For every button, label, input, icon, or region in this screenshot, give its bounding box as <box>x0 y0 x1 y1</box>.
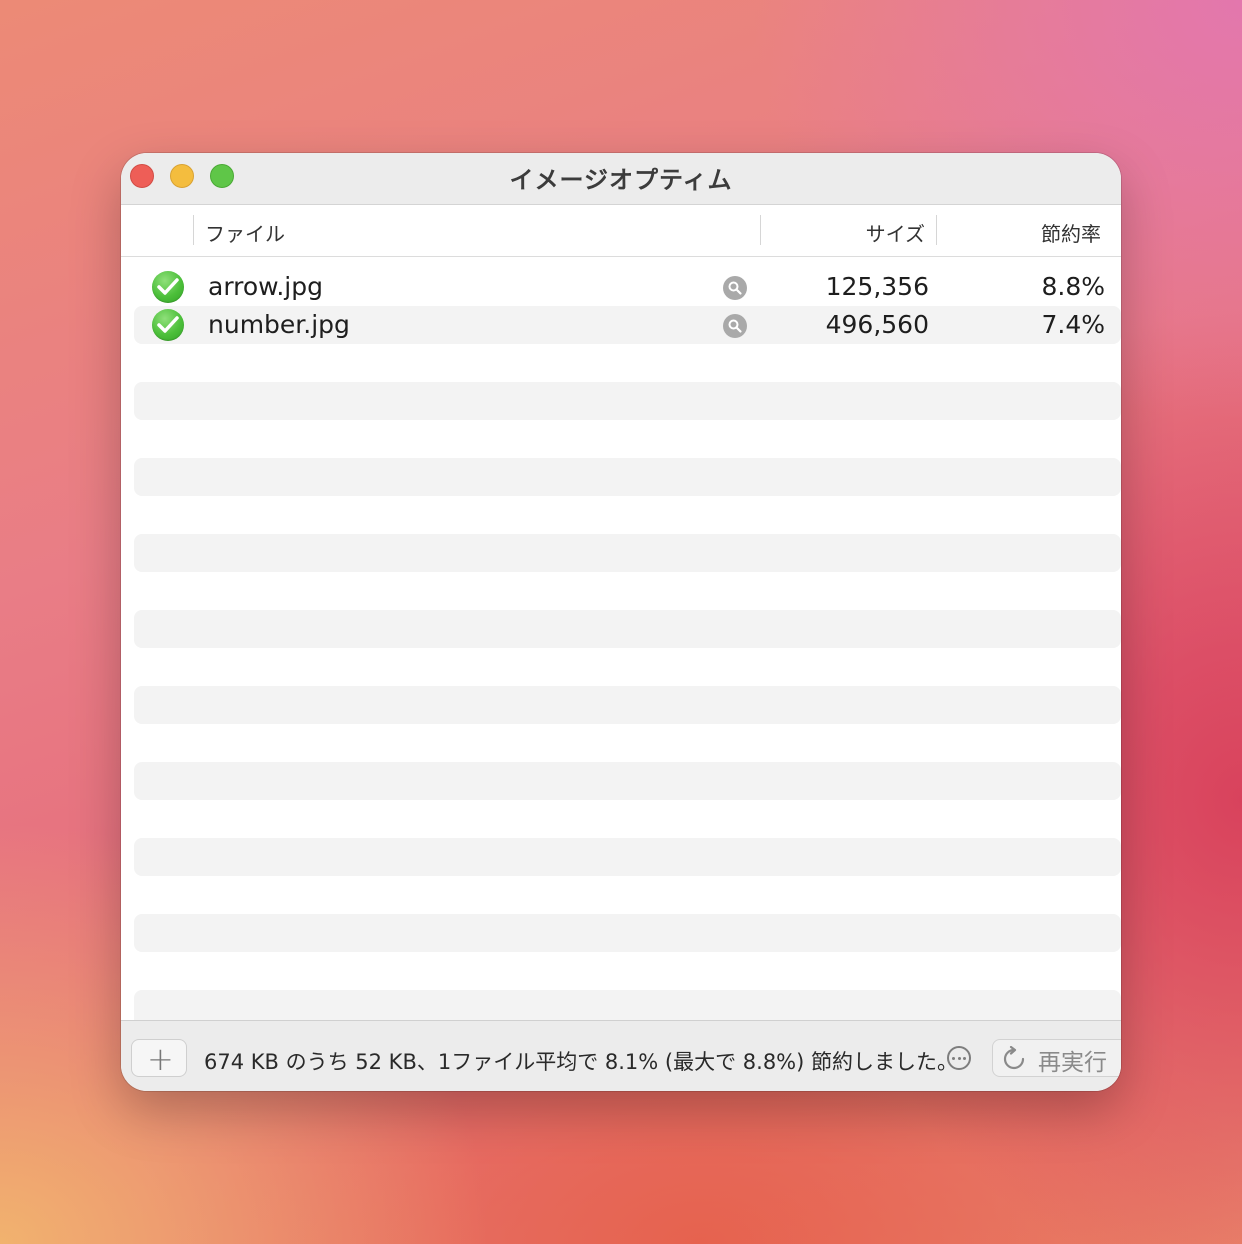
savings-ratio: 8.8% <box>1041 272 1105 301</box>
row-stripe <box>134 534 1121 572</box>
status-bar: + 674 KB のうち 52 KB、1ファイル平均で 8.1% (最大で 8.… <box>121 1020 1121 1091</box>
row-stripe <box>134 610 1121 648</box>
file-size: 125,356 <box>825 272 929 301</box>
file-name: number.jpg <box>208 310 350 339</box>
row-stripe <box>134 458 1121 496</box>
column-divider[interactable] <box>936 215 937 245</box>
app-window: イメージオプティム ファイル サイズ 節約率 arrow.jpg 125,356 <box>121 153 1121 1091</box>
file-row[interactable]: number.jpg 496,560 7.4% <box>121 306 1121 344</box>
window-title: イメージオプティム <box>509 166 733 194</box>
file-name: arrow.jpg <box>208 272 323 301</box>
column-header-size[interactable]: サイズ <box>866 218 925 247</box>
magnifier-icon[interactable] <box>723 314 747 338</box>
refresh-icon <box>1003 1046 1025 1070</box>
title-bar: イメージオプティム <box>121 153 1121 205</box>
column-divider[interactable] <box>193 215 194 245</box>
checkmark-icon <box>152 271 184 303</box>
rerun-button[interactable]: 再実行 <box>992 1039 1121 1077</box>
savings-summary: 674 KB のうち 52 KB、1ファイル平均で 8.1% (最大で 8.8%… <box>204 1050 959 1074</box>
plus-icon: + <box>147 1040 174 1078</box>
file-row[interactable]: arrow.jpg 125,356 8.8% <box>121 268 1121 306</box>
column-header-file[interactable]: ファイル <box>205 218 285 247</box>
savings-ratio: 7.4% <box>1041 310 1105 339</box>
rerun-label: 再実行 <box>1038 1050 1107 1076</box>
row-stripe <box>134 762 1121 800</box>
row-stripe <box>134 914 1121 952</box>
row-stripe <box>134 382 1121 420</box>
row-stripe <box>134 990 1121 1020</box>
file-size: 496,560 <box>825 310 929 339</box>
table-header: ファイル サイズ 節約率 <box>121 205 1121 257</box>
row-stripe <box>134 686 1121 724</box>
magnifier-icon[interactable] <box>723 276 747 300</box>
checkmark-icon <box>152 309 184 341</box>
more-options-icon[interactable] <box>947 1046 971 1070</box>
column-divider[interactable] <box>760 215 761 245</box>
row-stripe <box>134 838 1121 876</box>
file-list[interactable]: arrow.jpg 125,356 8.8% number.jpg 496,56… <box>121 257 1121 1020</box>
add-files-button[interactable]: + <box>131 1039 187 1078</box>
column-header-savings[interactable]: 節約率 <box>1041 218 1101 247</box>
